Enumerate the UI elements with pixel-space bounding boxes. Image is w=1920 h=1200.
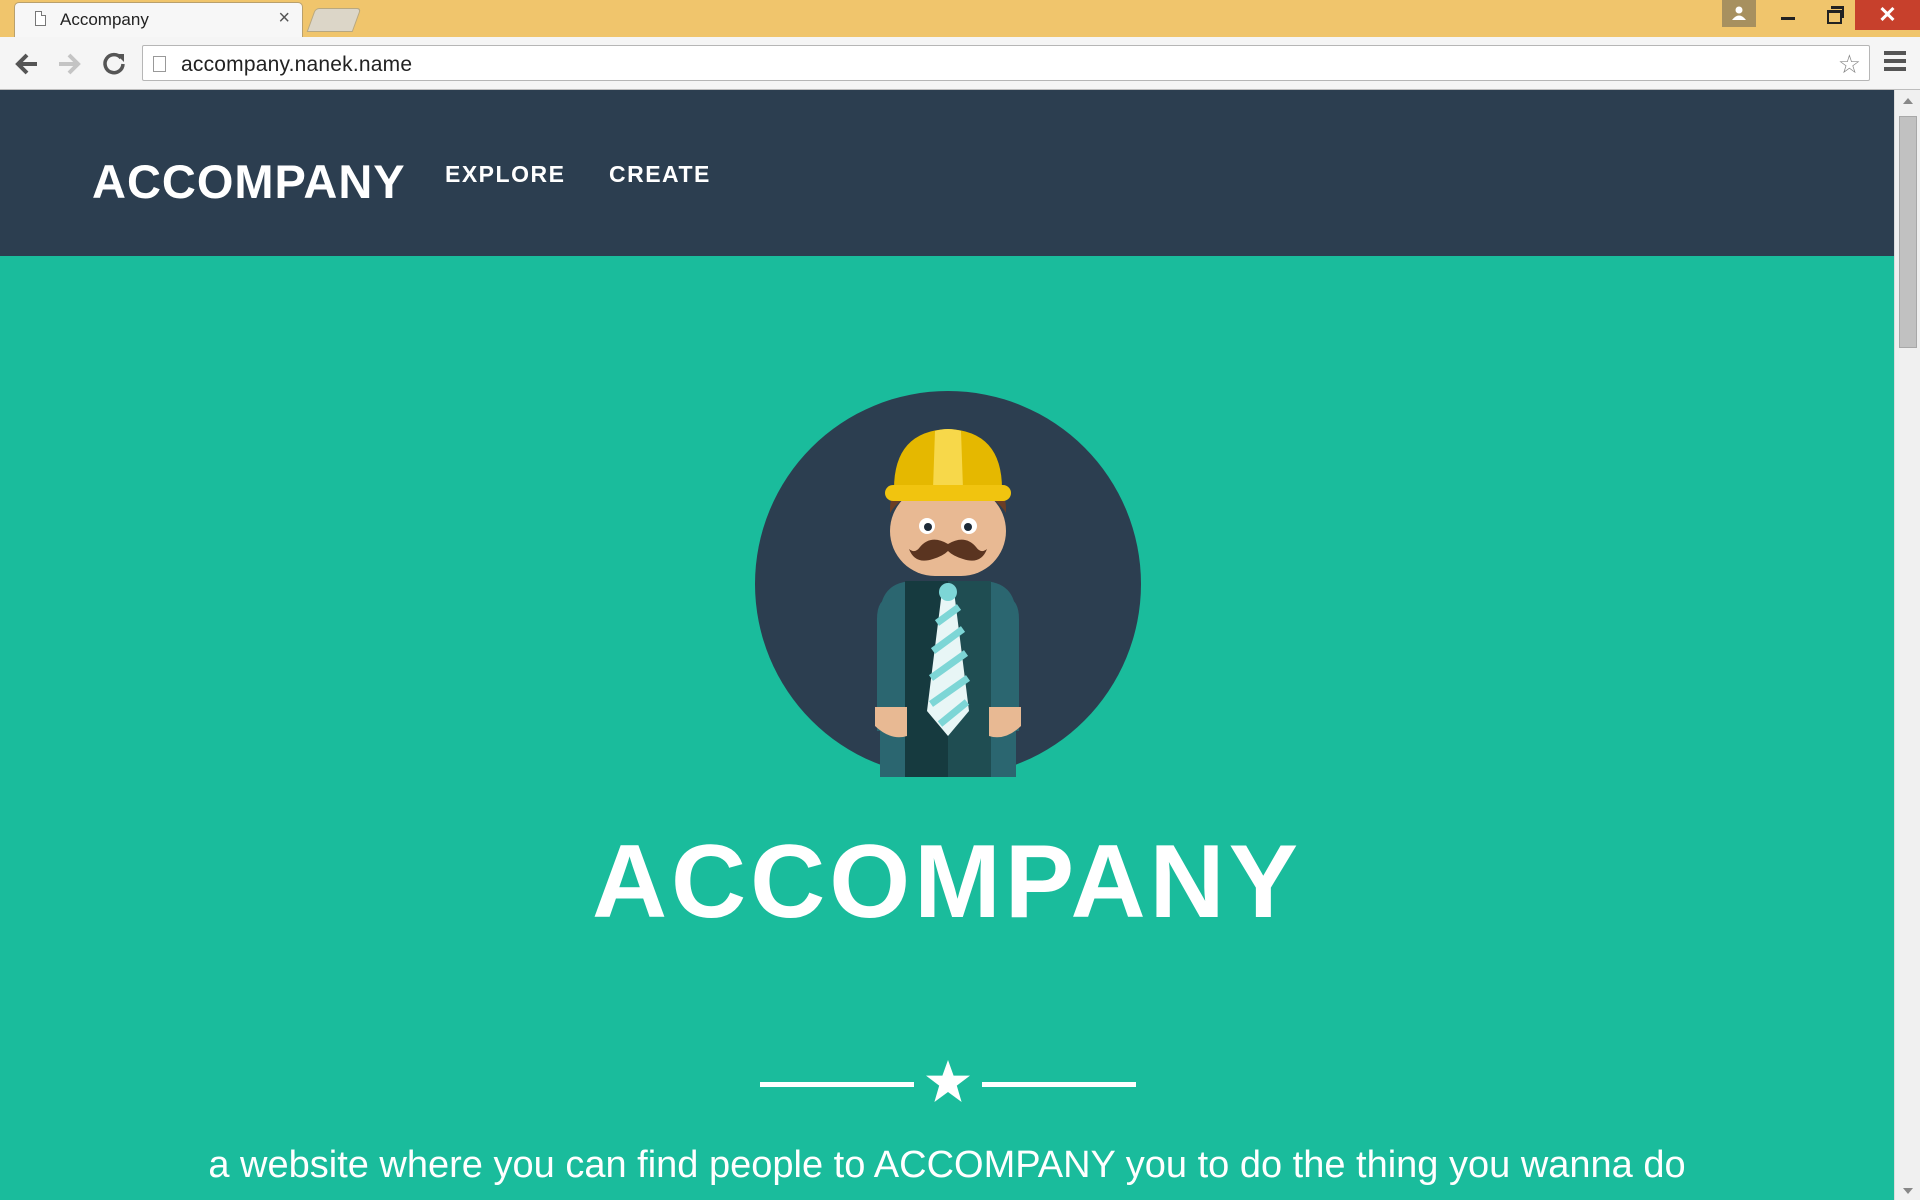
tab-title: Accompany <box>60 10 149 29</box>
minimize-button[interactable] <box>1765 0 1811 30</box>
url-text: accompany.nanek.name <box>181 53 413 76</box>
avatar-illustration <box>755 391 1141 777</box>
page-icon <box>153 56 166 72</box>
browser-titlebar: Accompany × ✕ <box>0 0 1920 37</box>
scroll-up-arrow-icon[interactable] <box>1903 98 1913 104</box>
page-icon <box>35 11 46 26</box>
new-tab-button[interactable] <box>306 8 362 32</box>
scroll-down-arrow-icon[interactable] <box>1903 1188 1913 1194</box>
back-button[interactable] <box>12 49 42 79</box>
browser-toolbar: accompany.nanek.name ☆ <box>0 37 1920 90</box>
site-brand-link[interactable]: ACCOMPANY <box>92 154 406 209</box>
hero-title: ACCOMPANY <box>591 824 1303 940</box>
back-arrow-icon <box>15 53 37 75</box>
browser-menu-icon[interactable] <box>1884 51 1908 75</box>
close-window-button[interactable]: ✕ <box>1855 0 1920 30</box>
star-icon <box>926 1060 970 1102</box>
forward-button[interactable] <box>54 49 84 79</box>
tab-close-icon[interactable]: × <box>278 8 290 28</box>
maximize-button[interactable] <box>1811 0 1857 30</box>
bookmark-star-icon[interactable]: ☆ <box>1838 51 1861 77</box>
site-navbar: ACCOMPANY EXPLORE CREATE <box>0 90 1894 256</box>
close-icon: ✕ <box>1878 2 1897 27</box>
page-scrollbar[interactable] <box>1894 90 1920 1200</box>
page-content: ACCOMPANY EXPLORE CREATE ACCOMPANY a web… <box>0 90 1894 1200</box>
reload-button[interactable] <box>99 49 129 79</box>
star-divider <box>760 1060 1136 1104</box>
browser-tab[interactable]: Accompany × <box>14 2 303 37</box>
nav-create-link[interactable]: CREATE <box>609 161 711 188</box>
profile-icon[interactable] <box>1722 0 1756 27</box>
scroll-thumb[interactable] <box>1899 116 1917 348</box>
forward-arrow-icon <box>59 53 81 75</box>
reload-icon <box>103 52 125 75</box>
hero-tagline: a website where you can find people to A… <box>208 1144 1686 1186</box>
address-bar[interactable]: accompany.nanek.name ☆ <box>142 45 1870 81</box>
nav-explore-link[interactable]: EXPLORE <box>445 161 565 188</box>
